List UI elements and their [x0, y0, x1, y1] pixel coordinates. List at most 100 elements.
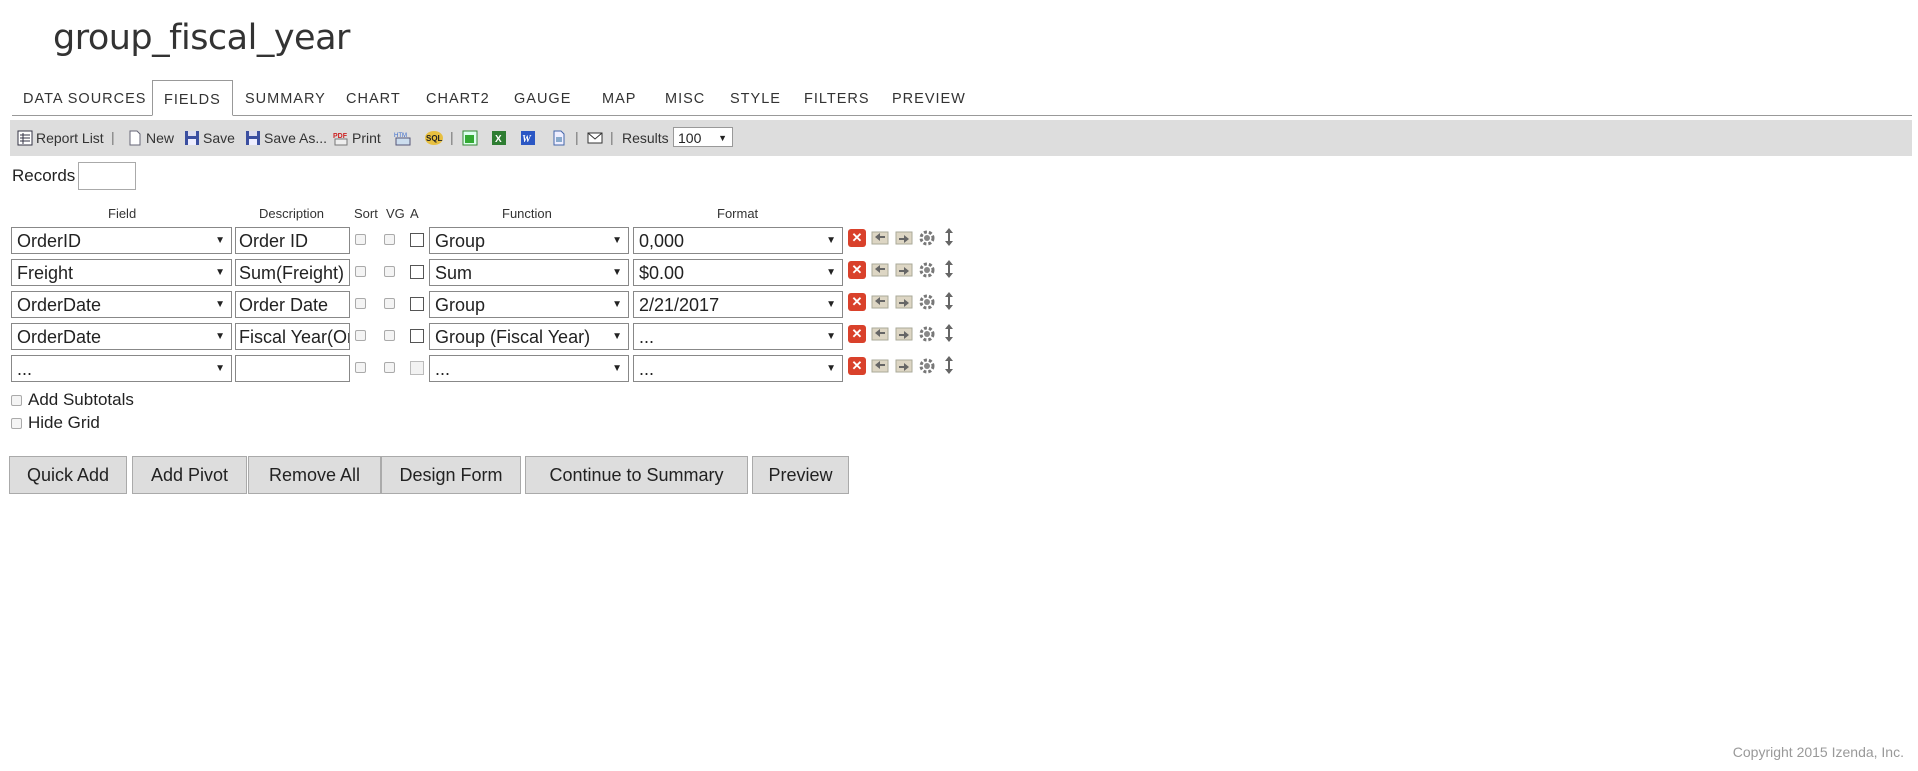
hide-grid-checkbox[interactable] [11, 417, 22, 429]
email-button[interactable] [587, 120, 606, 156]
tab-filters[interactable]: FILTERS [793, 80, 881, 114]
delete-row-icon[interactable]: ✕ [848, 357, 866, 375]
word-export-button[interactable]: W [520, 120, 539, 156]
save-as-button[interactable]: Save As... [245, 120, 327, 156]
rtf-export-button[interactable] [551, 120, 570, 156]
report-list-button[interactable]: Report List [17, 120, 104, 156]
gear-icon[interactable] [918, 325, 936, 343]
tab-chart2[interactable]: CHART2 [415, 80, 501, 114]
resize-icon[interactable] [940, 323, 958, 342]
move-up-icon[interactable] [871, 293, 889, 311]
dropdown-arrow-icon: ▼ [612, 235, 622, 246]
save-icon [184, 130, 200, 146]
vg-checkbox[interactable] [384, 298, 395, 309]
continue-to-summary-button[interactable]: Continue to Summary [525, 456, 748, 494]
function-select[interactable]: Sum ▼ [429, 259, 629, 286]
description-input[interactable]: Fiscal Year(OrderDate) [235, 323, 350, 350]
field-select[interactable]: OrderID ▼ [11, 227, 232, 254]
sort-checkbox[interactable] [355, 234, 366, 245]
csv-export-button[interactable] [462, 120, 481, 156]
gear-icon[interactable] [918, 357, 936, 375]
function-select[interactable]: ... ▼ [429, 355, 629, 382]
description-input[interactable]: Sum(Freight) [235, 259, 350, 286]
vg-checkbox[interactable] [384, 362, 395, 373]
a-checkbox[interactable] [410, 265, 424, 279]
excel-export-button[interactable]: X [491, 120, 510, 156]
add-subtotals-option[interactable]: Add Subtotals [11, 390, 134, 410]
vg-checkbox[interactable] [384, 234, 395, 245]
move-down-icon[interactable] [895, 357, 913, 375]
field-select[interactable]: ... ▼ [11, 355, 232, 382]
results-select[interactable]: 100 [673, 127, 733, 148]
hide-grid-option[interactable]: Hide Grid [11, 413, 100, 433]
field-select[interactable]: Freight ▼ [11, 259, 232, 286]
tab-fields[interactable]: FIELDS [152, 80, 233, 116]
html-export-button[interactable]: HTM [394, 120, 413, 156]
format-select[interactable]: ... ▼ [633, 323, 843, 350]
delete-row-icon[interactable]: ✕ [848, 293, 866, 311]
description-input[interactable]: Order ID [235, 227, 350, 254]
format-select[interactable]: 2/21/2017 ▼ [633, 291, 843, 318]
vg-checkbox[interactable] [384, 330, 395, 341]
resize-icon[interactable] [940, 291, 958, 310]
tab-preview[interactable]: PREVIEW [881, 80, 977, 114]
format-select[interactable]: $0.00 ▼ [633, 259, 843, 286]
sort-checkbox[interactable] [355, 298, 366, 309]
resize-icon[interactable] [940, 259, 958, 278]
tab-misc[interactable]: MISC [654, 80, 716, 114]
delete-row-icon[interactable]: ✕ [848, 261, 866, 279]
records-input[interactable] [78, 162, 136, 190]
envelope-icon [587, 130, 603, 146]
description-input[interactable] [235, 355, 350, 382]
tab-gauge[interactable]: GAUGE [503, 80, 582, 114]
move-up-icon[interactable] [871, 261, 889, 279]
sort-checkbox[interactable] [355, 330, 366, 341]
gear-icon[interactable] [918, 229, 936, 247]
sql-button[interactable]: SQL [424, 120, 447, 156]
move-down-icon[interactable] [895, 261, 913, 279]
preview-button[interactable]: Preview [752, 456, 849, 494]
tab-chart[interactable]: CHART [335, 80, 412, 114]
field-select[interactable]: OrderDate ▼ [11, 291, 232, 318]
resize-icon[interactable] [940, 227, 958, 246]
move-up-icon[interactable] [871, 325, 889, 343]
function-select[interactable]: Group ▼ [429, 291, 629, 318]
quick-add-button[interactable]: Quick Add [9, 456, 127, 494]
move-down-icon[interactable] [895, 229, 913, 247]
move-down-icon[interactable] [895, 325, 913, 343]
function-select[interactable]: Group ▼ [429, 227, 629, 254]
page-title: group_fiscal_year [53, 18, 350, 58]
add-pivot-button[interactable]: Add Pivot [132, 456, 247, 494]
tab-map[interactable]: MAP [591, 80, 647, 114]
format-select[interactable]: ... ▼ [633, 355, 843, 382]
resize-icon[interactable] [940, 355, 958, 374]
description-input[interactable]: Order Date [235, 291, 350, 318]
tab-summary[interactable]: SUMMARY [234, 80, 337, 114]
function-value: Sum [435, 263, 473, 283]
field-select[interactable]: OrderDate ▼ [11, 323, 232, 350]
sort-checkbox[interactable] [355, 362, 366, 373]
move-down-icon[interactable] [895, 293, 913, 311]
delete-row-icon[interactable]: ✕ [848, 325, 866, 343]
save-button[interactable]: Save [184, 120, 235, 156]
function-select[interactable]: Group (Fiscal Year) ▼ [429, 323, 629, 350]
a-checkbox[interactable] [410, 297, 424, 311]
tab-data-sources[interactable]: DATA SOURCES [12, 80, 157, 114]
print-button[interactable]: PDF Print [333, 120, 381, 156]
sort-checkbox[interactable] [355, 266, 366, 277]
move-up-icon[interactable] [871, 357, 889, 375]
new-button[interactable]: New [127, 120, 174, 156]
delete-row-icon[interactable]: ✕ [848, 229, 866, 247]
gear-icon[interactable] [918, 261, 936, 279]
move-up-icon[interactable] [871, 229, 889, 247]
remove-all-button[interactable]: Remove All [248, 456, 381, 494]
tab-style[interactable]: STYLE [719, 80, 792, 114]
records-label: Records [12, 166, 76, 185]
design-form-button[interactable]: Design Form [381, 456, 521, 494]
a-checkbox[interactable] [410, 233, 424, 247]
a-checkbox[interactable] [410, 329, 424, 343]
add-subtotals-checkbox[interactable] [11, 394, 22, 406]
vg-checkbox[interactable] [384, 266, 395, 277]
format-select[interactable]: 0,000 ▼ [633, 227, 843, 254]
gear-icon[interactable] [918, 293, 936, 311]
